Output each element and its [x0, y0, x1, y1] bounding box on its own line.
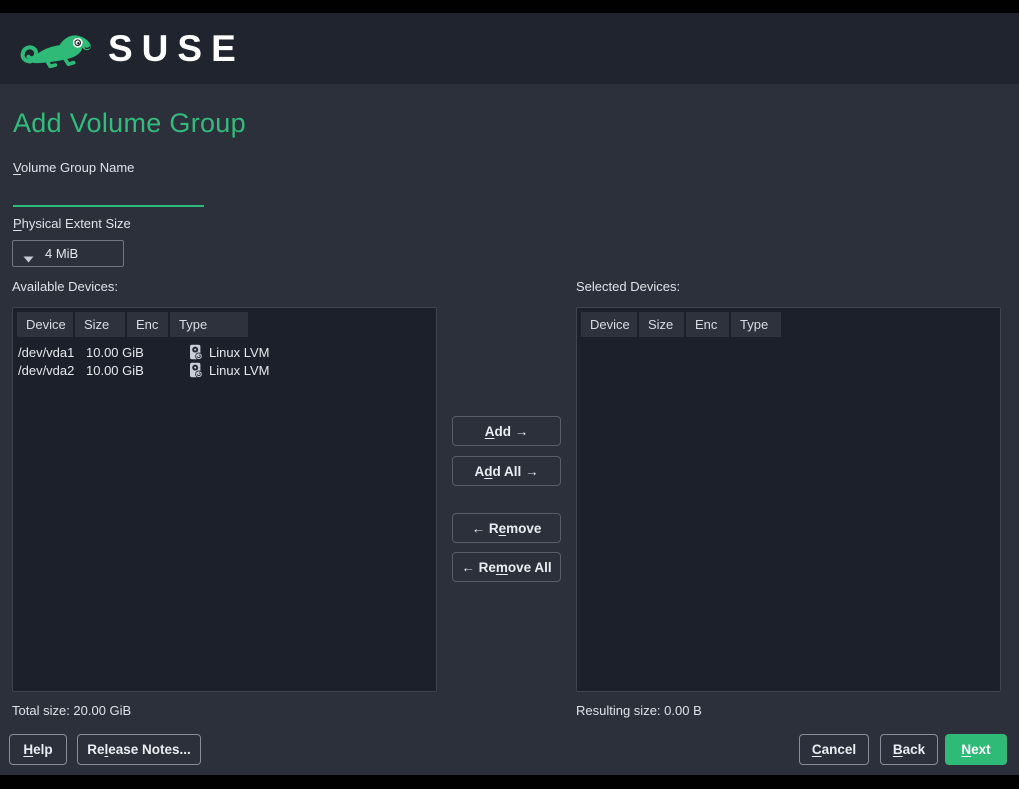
table-body [577, 337, 1000, 343]
table-row[interactable]: /dev/vda1 10.00 GiB Linux [13, 343, 436, 361]
column-header-size[interactable]: Size [75, 312, 125, 337]
selected-devices-table[interactable]: Device Size Enc Type [576, 307, 1001, 692]
next-button[interactable]: Next [945, 734, 1007, 765]
brand-wordmark: SUSE [108, 30, 245, 67]
physical-extent-size-value: 4 MiB [45, 246, 78, 261]
device-cell: /dev/vda1 [18, 345, 86, 360]
column-header-type[interactable]: Type [731, 312, 781, 337]
disk-lvm-icon [187, 344, 203, 360]
suse-logo: SUSE [18, 23, 245, 74]
total-size-text: Total size: 20.00 GiB [12, 703, 131, 718]
suse-chameleon-icon [18, 23, 96, 74]
installer-window: SUSE Add Volume Group Volume Group Name … [0, 0, 1019, 789]
physical-extent-size-label: Physical Extent Size [13, 216, 131, 231]
remove-all-button[interactable]: ← Remove All [452, 552, 561, 582]
size-cell: 10.00 GiB [86, 345, 187, 360]
type-label: Linux LVM [209, 345, 269, 360]
chevron-down-icon [23, 250, 34, 257]
add-all-button[interactable]: Add All → [452, 456, 561, 486]
type-label: Linux LVM [209, 363, 269, 378]
volume-group-name-input[interactable] [13, 178, 204, 207]
resulting-size-text: Resulting size: 0.00 B [576, 703, 702, 718]
help-button[interactable]: Help [9, 734, 67, 765]
add-button[interactable]: Add → [452, 416, 561, 446]
table-header-row: Device Size Enc Type [577, 308, 1000, 337]
column-header-device[interactable]: Device [581, 312, 637, 337]
column-header-enc[interactable]: Enc [686, 312, 729, 337]
physical-extent-size-select[interactable]: 4 MiB [12, 240, 124, 267]
available-devices-table[interactable]: Device Size Enc Type /dev/vda1 10.00 GiB [12, 307, 437, 692]
top-black-bar [0, 0, 1019, 13]
type-cell: Linux LVM [187, 362, 269, 378]
release-notes-button[interactable]: Release Notes... [77, 734, 201, 765]
dialog-content: Add Volume Group Volume Group Name Physi… [0, 84, 1019, 775]
type-cell: Linux LVM [187, 344, 269, 360]
table-header-row: Device Size Enc Type [13, 308, 436, 337]
device-cell: /dev/vda2 [18, 363, 86, 378]
cancel-button[interactable]: Cancel [799, 734, 869, 765]
table-body: /dev/vda1 10.00 GiB Linux [13, 337, 436, 379]
available-devices-label: Available Devices: [12, 279, 118, 294]
bottom-black-bar [0, 775, 1019, 789]
column-header-device[interactable]: Device [17, 312, 73, 337]
header-bar: SUSE [0, 13, 1019, 84]
remove-button[interactable]: ← Remove [452, 513, 561, 543]
size-cell: 10.00 GiB [86, 363, 187, 378]
volume-group-name-label: Volume Group Name [13, 160, 134, 175]
selected-devices-label: Selected Devices: [576, 279, 680, 294]
back-button[interactable]: Back [880, 734, 938, 765]
disk-lvm-icon [187, 362, 203, 378]
column-header-enc[interactable]: Enc [127, 312, 168, 337]
table-row[interactable]: /dev/vda2 10.00 GiB Linux [13, 361, 436, 379]
column-header-type[interactable]: Type [170, 312, 248, 337]
column-header-size[interactable]: Size [639, 312, 684, 337]
page-title: Add Volume Group [13, 108, 246, 139]
